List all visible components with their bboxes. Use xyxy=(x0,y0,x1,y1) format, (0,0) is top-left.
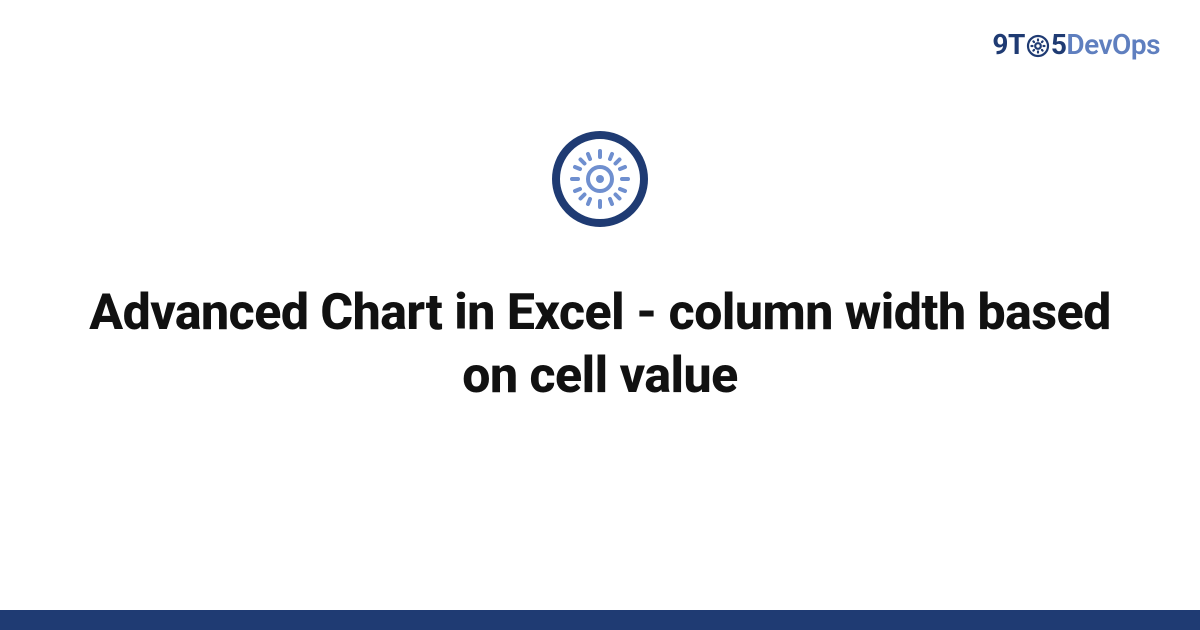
page: 9T 5DevOps Advanced Chart in Excel - colu… xyxy=(0,0,1200,630)
brand-text-5: 5 xyxy=(1051,28,1067,61)
hero-section: Advanced Chart in Excel - column width b… xyxy=(0,130,1200,407)
brand-logo: 9T 5DevOps xyxy=(992,28,1160,61)
brand-text-9t: 9T xyxy=(992,28,1024,61)
footer-bar xyxy=(0,610,1200,630)
gear-icon xyxy=(551,130,649,232)
gear-icon xyxy=(1026,34,1050,58)
hero-icon-wrap xyxy=(70,130,1130,232)
page-title: Advanced Chart in Excel - column width b… xyxy=(70,282,1130,407)
brand-text-devops: DevOps xyxy=(1066,28,1160,61)
